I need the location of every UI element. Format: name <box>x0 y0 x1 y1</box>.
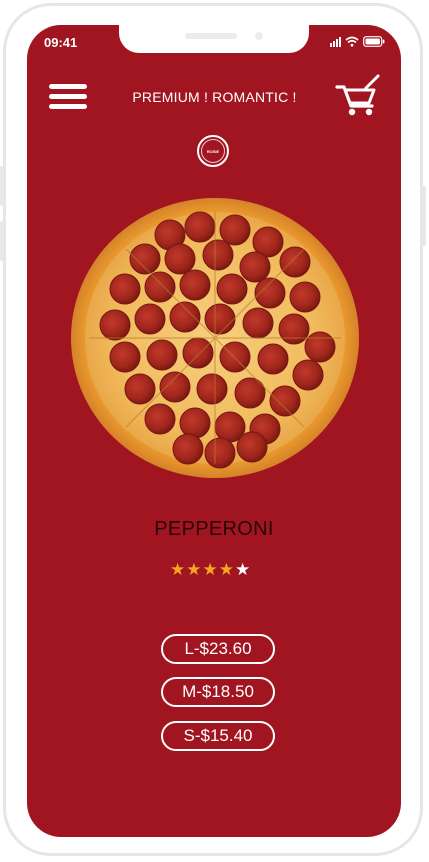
status-icons <box>330 36 385 47</box>
app-screen: 09:41 PREMIUM ! ROMANTIC ! ROSIE PEPPERO… <box>27 25 401 837</box>
star-icon: ★ <box>235 560 251 579</box>
rating-stars: ★ ★ ★ ★ ★ <box>170 561 250 578</box>
page-title: PREMIUM ! ROMANTIC ! <box>132 89 297 105</box>
brand-logo-text: ROSIE <box>201 139 225 163</box>
price-large-button[interactable]: L-$23.60 <box>161 634 275 664</box>
hamburger-menu-icon[interactable] <box>49 80 89 112</box>
star-icon: ★ <box>218 560 234 579</box>
brand-logo: ROSIE <box>197 135 229 167</box>
side-button-right <box>422 186 426 246</box>
star-icon: ★ <box>170 560 186 579</box>
product-name: PEPPERONI <box>154 518 274 540</box>
status-time: 09:41 <box>44 35 78 50</box>
notch <box>119 25 309 53</box>
price-medium-button[interactable]: M-$18.50 <box>161 677 275 707</box>
camera <box>255 32 263 40</box>
wifi-icon <box>345 36 359 47</box>
price-small-button[interactable]: S-$15.40 <box>161 721 275 751</box>
speaker <box>185 33 237 39</box>
star-icon: ★ <box>186 560 202 579</box>
side-button-left <box>0 166 4 206</box>
shopping-cart-icon[interactable] <box>334 73 382 117</box>
pizza-image <box>71 198 359 478</box>
signal-icon <box>330 37 341 47</box>
battery-icon <box>363 36 385 47</box>
star-icon: ★ <box>202 560 218 579</box>
side-button-left <box>0 221 4 261</box>
